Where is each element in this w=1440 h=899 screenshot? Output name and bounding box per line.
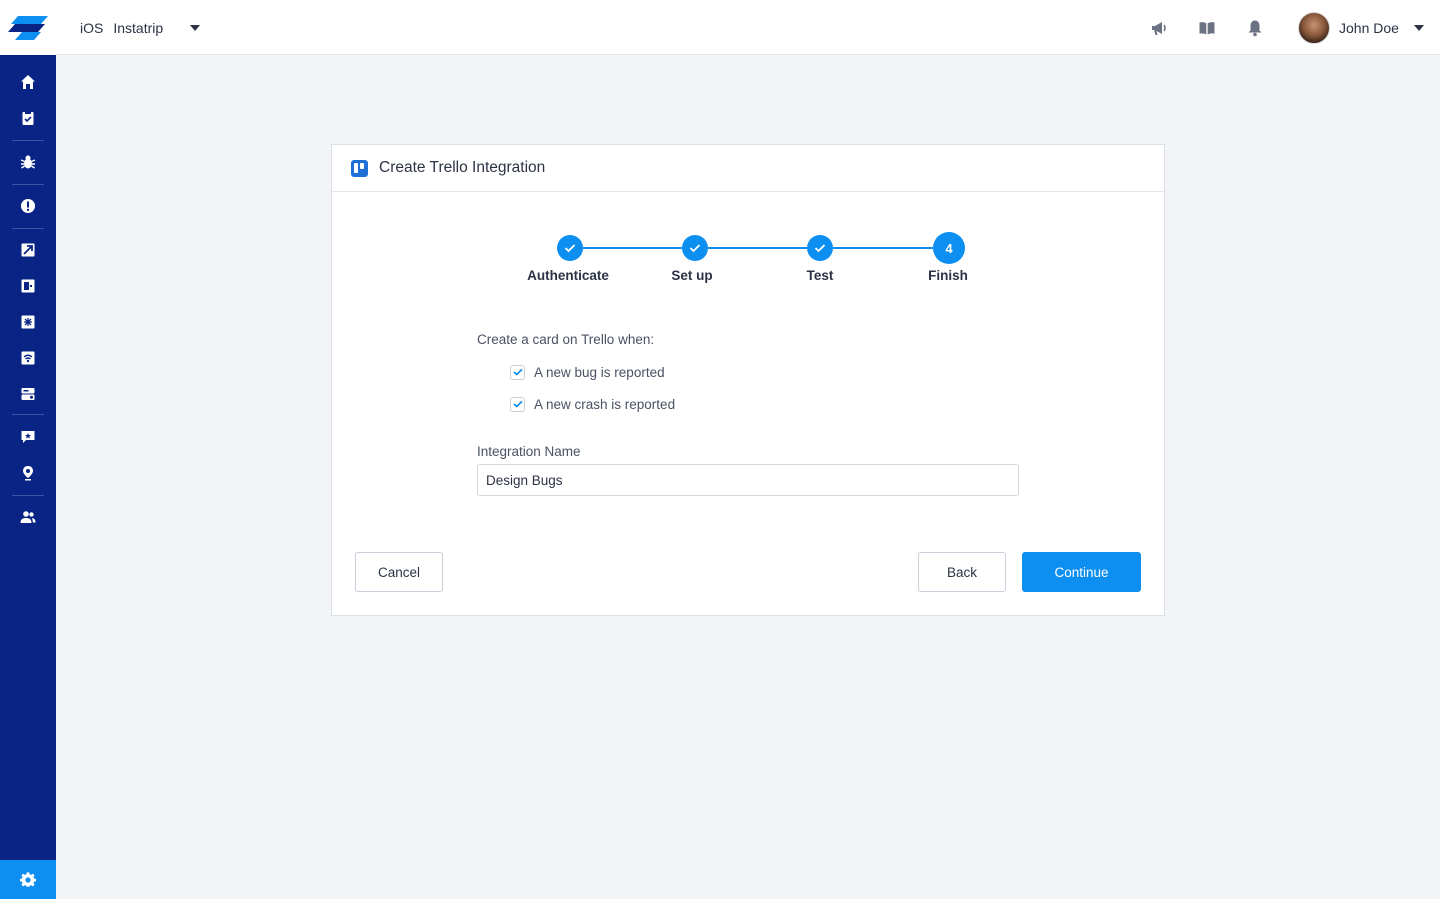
back-button[interactable]: Back — [918, 552, 1006, 592]
phone-icon — [21, 279, 35, 293]
users-icon — [20, 511, 36, 523]
app-name: Instatrip — [113, 20, 164, 36]
step-complete-icon — [682, 235, 708, 261]
step-label-test: Test — [806, 268, 834, 283]
dialog-header: Create Trello Integration — [332, 145, 1164, 192]
rocket-icon — [21, 243, 35, 257]
sidebar-divider — [12, 495, 44, 496]
checkbox[interactable] — [510, 364, 525, 380]
trello-icon — [351, 159, 368, 177]
alert-icon — [21, 199, 35, 213]
cancel-button[interactable]: Cancel — [355, 552, 443, 592]
map-pin-icon — [23, 466, 33, 481]
megaphone-icon — [1152, 22, 1166, 35]
platform-label: iOS — [80, 20, 104, 36]
step-label-finish: Finish — [928, 268, 968, 283]
bug-icon — [20, 155, 36, 169]
step-label-setup: Set up — [671, 268, 713, 283]
option-new-bug[interactable]: A new bug is reported — [510, 363, 665, 381]
top-bar: iOS Instatrip John Doe — [56, 0, 1440, 55]
trigger-section-label: Create a card on Trello when: — [477, 332, 655, 347]
sidebar-item-network[interactable] — [0, 340, 56, 376]
check-icon — [512, 368, 523, 376]
sidebar-divider — [12, 184, 44, 185]
checkbox[interactable] — [510, 396, 525, 412]
check-icon — [814, 244, 826, 253]
sidebar-item-reports[interactable] — [0, 100, 56, 136]
user-name: John Doe — [1339, 20, 1399, 36]
sidebar-item-feedback[interactable] — [0, 419, 56, 455]
step-complete-icon — [807, 235, 833, 261]
option-label: A new bug is reported — [534, 364, 665, 380]
sidebar-item-server[interactable] — [0, 376, 56, 412]
step-complete-icon — [557, 235, 583, 261]
snowflake-icon — [21, 315, 35, 329]
server-icon — [21, 388, 35, 400]
sidebar-item-sessions[interactable] — [0, 268, 56, 304]
notifications-button[interactable] — [1244, 17, 1266, 39]
sidebar-divider — [12, 414, 44, 415]
chevron-down-icon[interactable] — [190, 25, 200, 31]
step-current-number: 4 — [933, 232, 965, 264]
sidebar-item-team[interactable] — [0, 499, 56, 535]
step-connector — [833, 247, 933, 249]
book-icon — [1199, 22, 1215, 35]
option-label: A new crash is reported — [534, 396, 676, 412]
sidebar — [0, 0, 56, 899]
home-icon — [21, 75, 35, 89]
app-switcher[interactable]: iOS Instatrip — [80, 17, 163, 39]
integration-dialog: Create Trello Integration 4 Authenticate… — [331, 144, 1165, 616]
sidebar-item-location[interactable] — [0, 455, 56, 491]
logo[interactable] — [0, 0, 56, 55]
step-connector — [708, 247, 808, 249]
wifi-icon — [21, 351, 35, 365]
check-icon — [512, 400, 523, 408]
sidebar-divider — [12, 140, 44, 141]
continue-button[interactable]: Continue — [1022, 552, 1141, 592]
bell-icon — [1248, 20, 1262, 37]
user-menu[interactable]: John Doe — [1298, 11, 1399, 45]
gear-icon — [20, 871, 36, 887]
sidebar-item-performance[interactable] — [0, 304, 56, 340]
check-icon — [564, 244, 576, 253]
logo-icon — [8, 15, 48, 40]
sidebar-item-crashes[interactable] — [0, 188, 56, 224]
sidebar-item-releases[interactable] — [0, 232, 56, 268]
chevron-down-icon[interactable] — [1414, 25, 1424, 31]
step-label-authenticate: Authenticate — [527, 268, 609, 283]
integration-name-input[interactable] — [477, 464, 1019, 496]
avatar — [1298, 12, 1330, 44]
sidebar-divider — [12, 228, 44, 229]
feedback-icon — [21, 431, 35, 443]
check-icon — [689, 244, 701, 253]
sidebar-item-bugs[interactable] — [0, 144, 56, 180]
clipboard-icon — [22, 111, 34, 125]
sidebar-item-home[interactable] — [0, 64, 56, 100]
option-new-crash[interactable]: A new crash is reported — [510, 395, 675, 413]
step-connector — [583, 247, 683, 249]
integration-name-label: Integration Name — [477, 444, 581, 459]
docs-button[interactable] — [1196, 17, 1218, 39]
dialog-title: Create Trello Integration — [379, 159, 546, 176]
announcements-button[interactable] — [1148, 17, 1170, 39]
sidebar-item-settings[interactable] — [0, 860, 56, 899]
